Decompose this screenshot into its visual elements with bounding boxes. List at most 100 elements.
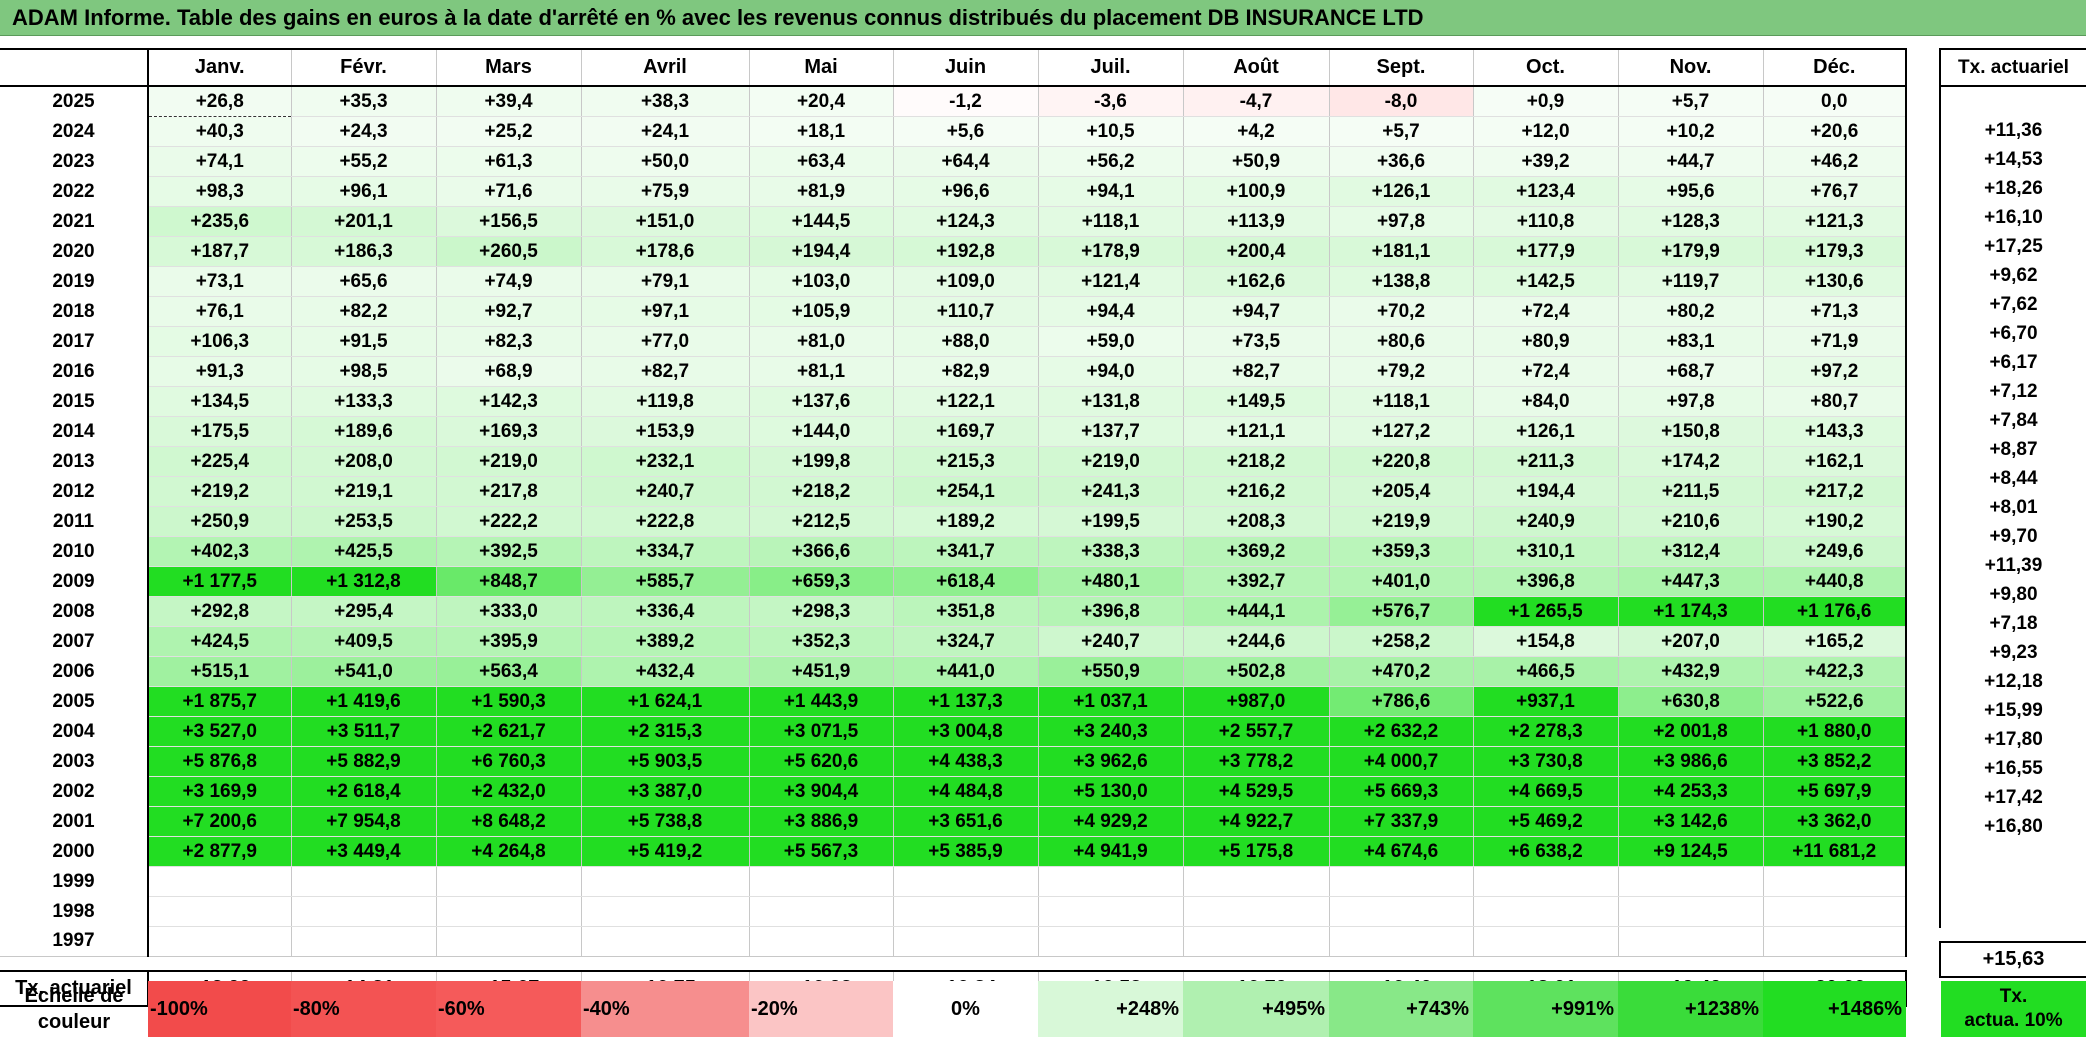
gain-cell: +100,9 [1182,176,1329,207]
gain-cell: +211,3 [1472,446,1618,477]
gain-cell: +312,4 [1617,536,1763,567]
gain-cell: +7 200,6 [147,806,291,837]
color-scale-cell: -40% [581,981,749,1037]
gain-cell: +222,2 [435,506,581,537]
gain-cell: +432,9 [1617,656,1763,687]
gain-cell: +84,0 [1472,386,1618,417]
gain-cell: +422,3 [1762,656,1907,687]
gain-cell: +73,5 [1182,326,1329,357]
gain-cell: +395,9 [435,626,581,657]
side-tx-cell: +15,99 [1939,696,2086,725]
year-label: 2011 [52,510,95,532]
gain-cell: -1,2 [892,86,1038,117]
gain-cell: +424,5 [147,626,291,657]
table-row: 2014 +175,5 +189,6 +169,3 +153,9 +144,0 +169,7… [0,416,1907,447]
gain-cell: +219,1 [290,476,436,507]
gain-cell: +240,9 [1472,506,1618,537]
actuarial-rate-column: Tx. actuariel +11,36 +14,53 +18,26 +16,10 +17… [1939,48,2086,978]
gain-cell: +1 177,5 [147,566,291,597]
gain-cell: +541,0 [290,656,436,687]
gain-cell: +352,3 [748,626,893,657]
side-row: +6,17 [1939,348,2086,377]
side-header-row: Tx. actuariel [1939,48,2086,87]
side-row: +14,53 [1939,145,2086,174]
gain-cell: +119,8 [580,386,749,417]
gain-cell: +199,8 [748,446,893,477]
gain-cell: +5 669,3 [1328,776,1473,807]
gain-cell: +118,1 [1328,386,1473,417]
side-tx-cell: +17,42 [1939,783,2086,812]
side-tx-cell: +18,26 [1939,174,2086,203]
gain-cell [147,896,291,927]
gain-cell: +88,0 [892,326,1038,357]
side-tx-cell: +8,44 [1939,464,2086,493]
month-header: Juil. [1037,48,1183,87]
gain-cell: +3 778,2 [1182,746,1329,777]
gain-cell: +1 312,8 [290,566,436,597]
gain-cell: +786,6 [1328,686,1473,717]
side-row: +6,70 [1939,319,2086,348]
gain-cell: +359,3 [1328,536,1473,567]
year-label: 1998 [52,900,95,922]
gain-cell: +94,4 [1037,296,1183,327]
gain-cell: +56,2 [1037,146,1183,177]
gain-cell: +4 941,9 [1037,836,1183,867]
side-row: +8,87 [1939,435,2086,464]
gain-cell: -4,7 [1182,86,1329,117]
gain-cell [1762,866,1907,897]
table-row: 2005 +1 875,7 +1 419,6 +1 590,3 +1 624,1 +1 4… [0,686,1907,717]
gain-cell: +235,6 [147,206,291,237]
gain-cell: +137,7 [1037,416,1183,447]
gain-cell: +179,3 [1762,236,1907,267]
gain-cell: +119,7 [1617,266,1763,297]
table-row: 1997 [0,926,1907,957]
table-row: 2001 +7 200,6 +7 954,8 +8 648,2 +5 738,8 +3 8… [0,806,1907,837]
side-tx-cell: +16,80 [1939,812,2086,841]
gain-cell: +402,3 [147,536,291,567]
gain-cell: +253,5 [290,506,436,537]
gain-cell: +97,2 [1762,356,1907,387]
month-header: Sept. [1328,48,1473,87]
gain-cell: +174,2 [1617,446,1763,477]
color-scale-cell: +495% [1183,981,1329,1037]
gain-cell: +217,8 [435,476,581,507]
gain-cell: +200,4 [1182,236,1329,267]
gain-cell [580,866,749,897]
gain-cell: +59,0 [1037,326,1183,357]
gain-cell: +133,3 [290,386,436,417]
gain-cell: +630,8 [1617,686,1763,717]
gain-cell [580,926,749,957]
side-row: +17,80 [1939,725,2086,754]
gain-cell: +82,2 [290,296,436,327]
gain-cell: +3 904,4 [748,776,893,807]
gain-cell: +55,2 [290,146,436,177]
gain-cell: +71,9 [1762,326,1907,357]
gain-cell: +36,6 [1328,146,1473,177]
side-tx-cell: +9,62 [1939,261,2086,290]
gain-cell [290,926,436,957]
color-scale-cell: -100% [148,981,291,1037]
month-header: Mars [435,48,581,87]
gain-cell: +1 265,5 [1472,596,1618,627]
gain-cell: +4 000,7 [1328,746,1473,777]
gain-cell: +310,1 [1472,536,1618,567]
side-tx-cell: +14,53 [1939,145,2086,174]
gain-cell [1617,926,1763,957]
side-tx-cell: +8,01 [1939,493,2086,522]
gain-cell: +522,6 [1762,686,1907,717]
side-tx-cell: +17,80 [1939,725,2086,754]
gain-cell: +165,2 [1762,626,1907,657]
year-label: 2023 [52,150,95,172]
gain-cell: +181,1 [1328,236,1473,267]
gain-cell: +98,3 [147,176,291,207]
gain-cell: +81,1 [748,356,893,387]
gain-cell [1182,866,1329,897]
gain-cell: +178,6 [580,236,749,267]
gain-cell: +4 669,5 [1472,776,1618,807]
gain-cell: +50,0 [580,146,749,177]
gain-cell: +175,5 [147,416,291,447]
table-row: 2009 +1 177,5 +1 312,8 +848,7 +585,7 +659,3 +6… [0,566,1907,597]
table-row: 2010 +402,3 +425,5 +392,5 +334,7 +366,6 +341,7… [0,536,1907,567]
year-label: 1997 [0,926,148,957]
gain-cell [1472,896,1618,927]
